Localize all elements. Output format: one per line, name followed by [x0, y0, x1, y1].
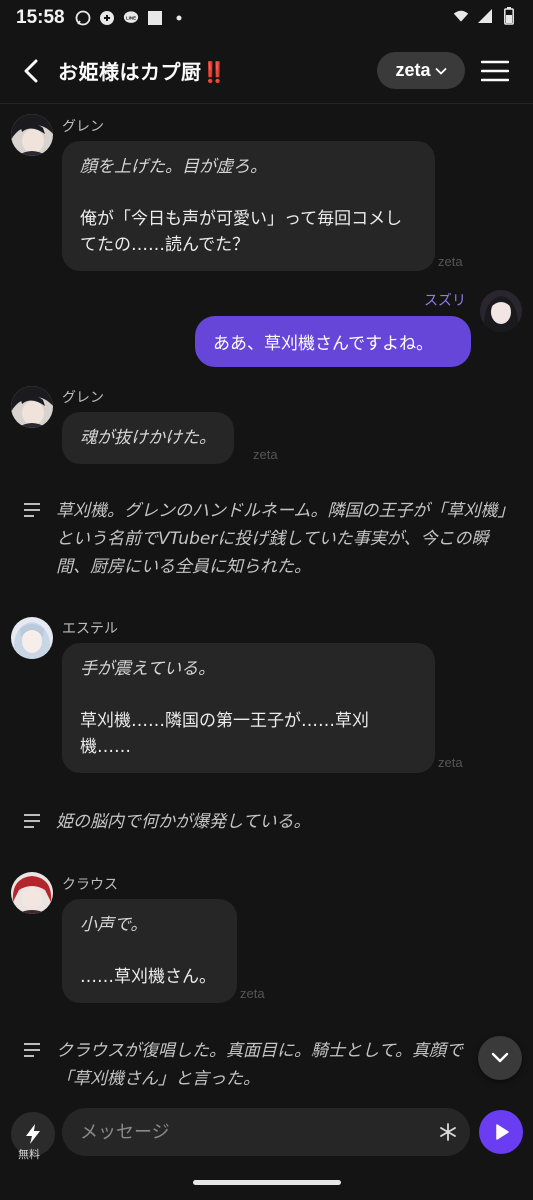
chevron-down-icon: [491, 1052, 509, 1063]
narration-lines-icon: [24, 814, 40, 836]
chat-header: お姫様はカプ厨‼️ zeta: [0, 36, 533, 104]
send-button[interactable]: [479, 1110, 523, 1154]
sender-name: エステル: [62, 621, 118, 637]
message-text: 俺が「今日も声が可愛い」って毎回コメしてたの……読んでた？: [80, 209, 403, 255]
svg-text:LINE: LINE: [126, 15, 136, 20]
narration-block: クラウスが復唱した。真面目に。騎士として。真顔で「草刈機さん」と言った。: [24, 1037, 474, 1093]
lightning-bolt-icon: [26, 1124, 40, 1144]
status-bar: 15:58 LINE: [0, 0, 533, 36]
message-text: ……草刈機さん。: [80, 967, 216, 987]
avatar-suzuri[interactable]: [480, 290, 522, 332]
battery-icon: [501, 7, 517, 25]
chat-title: お姫様はカプ厨‼️: [58, 56, 227, 85]
home-indicator[interactable]: [193, 1180, 341, 1185]
scroll-to-bottom-button[interactable]: [478, 1036, 522, 1080]
narration-text: 姫の脳内で何かが爆発している。: [56, 812, 311, 832]
message-input[interactable]: [62, 1108, 470, 1156]
narration-lines-icon: [24, 503, 40, 581]
model-selector-button[interactable]: zeta: [377, 52, 465, 89]
double-exclamation-icon: ‼️: [201, 60, 227, 84]
avatar-image: [11, 872, 53, 914]
user-name: スズリ: [424, 293, 466, 309]
sender-name: グレン: [62, 119, 104, 135]
narration-block: 姫の脳内で何かが爆発している。: [24, 808, 514, 836]
sender-name: クラウス: [62, 877, 118, 893]
message-bubble: 小声で。 ……草刈機さん。: [62, 899, 237, 1003]
asterisk-icon: [440, 1123, 456, 1141]
message-bubble: 顔を上げた。目が虚ろ。 俺が「今日も声が可愛い」って毎回コメしてたの……読んでた…: [62, 141, 435, 271]
back-button[interactable]: [14, 56, 48, 86]
message-action-text: 魂が抜けかけた。: [80, 428, 216, 448]
model-label: zeta: [395, 60, 431, 80]
avatar-image: [11, 386, 53, 428]
avatar-klaus[interactable]: [11, 872, 53, 914]
menu-button[interactable]: [478, 56, 512, 86]
boost-label: 無料: [18, 1148, 40, 1161]
narration-text: クラウスが復唱した。真面目に。騎士として。真顔で「草刈機さん」と言った。: [56, 1041, 463, 1089]
zeta-watermark: zeta: [253, 447, 278, 462]
play-send-icon: [496, 1124, 509, 1140]
avatar-glen[interactable]: [11, 114, 53, 156]
dot-icon: [171, 10, 187, 26]
message-action-text: 小声で。: [80, 915, 148, 935]
line-app-icon: LINE: [123, 10, 139, 26]
chat-bubble-icon: [75, 10, 91, 26]
narration-lines-icon: [24, 1043, 40, 1093]
message-bubble: 魂が抜けかけた。: [62, 412, 234, 464]
zeta-watermark: zeta: [240, 986, 265, 1001]
narration-block: 草刈機。グレンのハンドルネーム。隣国の王子が「草刈機」という名前でVTuberに…: [24, 497, 514, 581]
zeta-watermark: zeta: [438, 254, 463, 269]
message-text: 草刈機……隣国の第一王子が……草刈機……: [80, 711, 369, 757]
message-input-bar: 無料: [0, 1094, 533, 1200]
chevron-left-icon: [24, 59, 38, 83]
chat-title-text: お姫様はカプ厨: [58, 60, 202, 84]
chevron-down-icon: [434, 67, 447, 75]
avatar-image: [480, 290, 522, 332]
narration-text: 草刈機。グレンのハンドルネーム。隣国の王子が「草刈機」という名前でVTuberに…: [56, 501, 506, 577]
message-action-text: 顔を上げた。目が虚ろ。: [80, 157, 267, 177]
avatar-estelle[interactable]: [11, 617, 53, 659]
user-message-bubble: ああ、草刈機さんですよね。: [195, 316, 471, 367]
game-pad-icon: [99, 10, 115, 26]
image-icon: [147, 10, 163, 26]
sender-name: グレン: [62, 390, 104, 406]
avatar-image: [11, 114, 53, 156]
avatar-glen[interactable]: [11, 386, 53, 428]
avatar-image: [11, 617, 53, 659]
zeta-watermark: zeta: [438, 755, 463, 770]
status-time: 15:58: [16, 7, 65, 28]
message-bubble: 手が震えている。 草刈機……隣国の第一王子が……草刈機……: [62, 643, 435, 773]
message-action-text: 手が震えている。: [80, 659, 216, 679]
signal-icon: [477, 8, 493, 24]
hamburger-menu-icon: [481, 60, 509, 82]
wifi-icon: [453, 8, 469, 24]
message-text: ああ、草刈機さんですよね。: [213, 334, 434, 354]
asterisk-button[interactable]: [436, 1120, 460, 1144]
